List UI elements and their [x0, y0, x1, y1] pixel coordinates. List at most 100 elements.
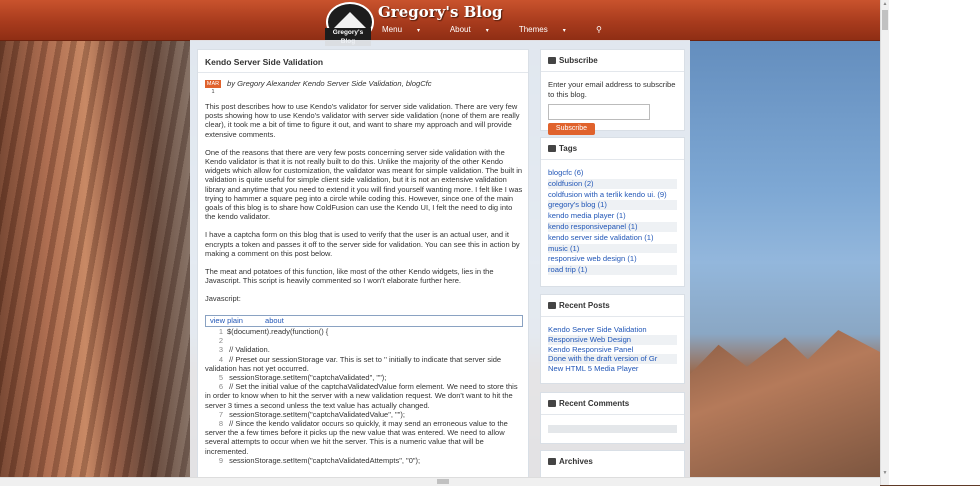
tags-heading: Tags	[548, 144, 684, 153]
post-body: This post describes how to use Kendo's v…	[205, 102, 523, 313]
search-icon[interactable]: ⚲	[596, 25, 602, 34]
code-line: 3 // Validation.	[205, 345, 523, 354]
caret-down-icon: ▾	[562, 28, 566, 34]
blank-pane	[889, 0, 980, 485]
caret-down-icon: ▾	[417, 28, 421, 34]
line-number: 7	[218, 409, 223, 419]
post-divider	[198, 72, 528, 73]
view-plain-link[interactable]: view plain	[210, 316, 243, 325]
code-text: sessionStorage.setItem("captchaValidated…	[227, 455, 421, 465]
post-paragraph: I have a captcha form on this blog that …	[205, 230, 520, 258]
date-month: MAR	[205, 80, 221, 88]
vertical-scroll-thumb[interactable]	[882, 10, 888, 30]
date-day: 1	[211, 89, 215, 95]
subscribe-heading: Subscribe	[548, 56, 684, 65]
line-number: 6	[218, 382, 223, 392]
code-line: 4 // Preset our sessionStorage var. This…	[205, 355, 523, 373]
recent-post-link[interactable]: Kendo Server Side Validation	[548, 325, 677, 335]
tag-link[interactable]: coldfusion (2)	[548, 178, 677, 190]
tag-link[interactable]: responsive web design (1)	[548, 254, 677, 266]
tags-title: Tags	[559, 144, 578, 153]
blog-title[interactable]: Gregory's Blog	[378, 3, 503, 21]
list-icon	[548, 302, 556, 310]
page-background: Gregory's Blog Gregory's Blog Menu▾ Abou…	[0, 0, 880, 477]
tag-link[interactable]: kendo server side validation (1)	[548, 233, 677, 244]
archive-icon	[548, 458, 556, 466]
archives-heading: Archives	[548, 457, 684, 466]
post-paragraph: One of the reasons that there are very f…	[205, 147, 523, 222]
tags-panel: Tags blogcfc (6) coldfusion (2) coldfusi…	[540, 137, 685, 287]
subscribe-title: Subscribe	[559, 56, 598, 65]
tag-link[interactable]: kendo media player (1)	[548, 211, 677, 222]
scroll-down-icon[interactable]: ▼	[882, 470, 888, 476]
code-line: 2	[205, 336, 523, 345]
subscribe-panel: Subscribe Enter your email address to su…	[540, 49, 685, 135]
line-number: 8	[218, 419, 223, 429]
horizontal-scroll-thumb[interactable]	[437, 479, 449, 484]
line-number: 3	[218, 345, 223, 355]
scroll-up-icon[interactable]: ▲	[882, 1, 888, 7]
post-title[interactable]: Kendo Server Side Validation	[205, 57, 323, 67]
blog-post: Kendo Server Side Validation MAR 1 by Gr…	[197, 49, 529, 477]
recent-post-link[interactable]: Kendo Responsive Panel	[548, 345, 677, 355]
nav-about-label: About	[449, 25, 471, 34]
recent-comments-heading: Recent Comments	[548, 399, 684, 408]
post-byline: by Gregory Alexander Kendo Server Side V…	[227, 79, 432, 88]
line-number: 9	[218, 455, 223, 465]
code-text: sessionStorage.setItem("captchaValidated…	[227, 373, 387, 383]
recent-post-link[interactable]: New HTML 5 Media Player	[548, 364, 677, 374]
archives-title: Archives	[559, 457, 593, 466]
subscribe-button[interactable]: Subscribe	[548, 123, 595, 135]
tag-link[interactable]: gregory's blog (1)	[548, 200, 677, 212]
email-field[interactable]	[548, 104, 650, 120]
line-number: 1	[218, 327, 223, 336]
recent-posts-heading: Recent Posts	[548, 301, 684, 310]
code-line: 6 // Set the initial value of the captch…	[205, 382, 523, 410]
post-paragraph: Javascript:	[205, 294, 241, 304]
recent-comments-title: Recent Comments	[559, 399, 630, 408]
line-number: 2	[218, 336, 223, 346]
background-cliff-left	[0, 40, 190, 477]
code-block: 1 $(document).ready(function() { 2 3 // V…	[205, 327, 523, 465]
panel-divider	[541, 71, 684, 72]
tag-link[interactable]: kendo responsivepanel (1)	[548, 221, 677, 233]
archives-panel: Archives	[540, 450, 685, 477]
code-text: // Set the initial value of the captchaV…	[205, 382, 518, 410]
nav-about[interactable]: About ▾	[450, 25, 503, 34]
line-number: 4	[218, 354, 223, 364]
tag-link[interactable]: road trip (1)	[548, 265, 677, 276]
recent-comment-placeholder	[548, 425, 677, 433]
caret-down-icon: ▾	[485, 28, 489, 34]
code-line: 9 sessionStorage.setItem("captchaValidat…	[205, 456, 523, 465]
panel-divider	[541, 414, 684, 415]
post-paragraph: This post describes how to use Kendo's v…	[205, 102, 520, 139]
code-text: // Validation.	[227, 345, 270, 355]
code-text: sessionStorage.setItem("captchaValidated…	[227, 409, 405, 419]
vertical-scrollbar[interactable]: ▲ ▼	[880, 0, 889, 485]
code-toolbar: view plain about	[205, 315, 523, 327]
recent-posts-list: Kendo Server Side Validation Responsive …	[548, 325, 677, 374]
recent-comments-panel: Recent Comments	[540, 392, 685, 444]
background-cliff-right	[690, 330, 880, 477]
recent-post-link[interactable]: Responsive Web Design	[548, 334, 677, 345]
code-line: 5 sessionStorage.setItem("captchaValidat…	[205, 373, 523, 382]
nav-menu-label: Menu	[382, 25, 403, 34]
envelope-icon	[548, 57, 556, 65]
recent-posts-panel: Recent Posts Kendo Server Side Validatio…	[540, 294, 685, 384]
comments-icon	[548, 400, 556, 408]
code-line: 8 // Since the kendo validator occurs so…	[205, 419, 523, 456]
nav-menu[interactable]: Menu ▾	[382, 25, 434, 34]
site-header: Gregory's Blog Gregory's Blog Menu▾ Abou…	[0, 0, 880, 46]
code-text: // Since the kendo validator occurs so q…	[205, 419, 508, 456]
nav-themes[interactable]: Themes ▾	[519, 25, 580, 34]
about-link[interactable]: about	[265, 316, 284, 325]
tag-link[interactable]: blogcfc (6)	[548, 168, 677, 179]
tag-link[interactable]: music (1)	[548, 243, 677, 255]
recent-post-link[interactable]: Done with the draft version of Gr	[548, 354, 677, 365]
date-badge: MAR 1	[205, 80, 221, 96]
tag-link[interactable]: coldfusion with a terlik kendo ui. (9)	[548, 190, 677, 201]
code-text: // Preset our sessionStorage var. This i…	[205, 354, 502, 373]
panel-divider	[541, 316, 684, 317]
line-number: 5	[218, 373, 223, 383]
panel-divider	[541, 159, 684, 160]
